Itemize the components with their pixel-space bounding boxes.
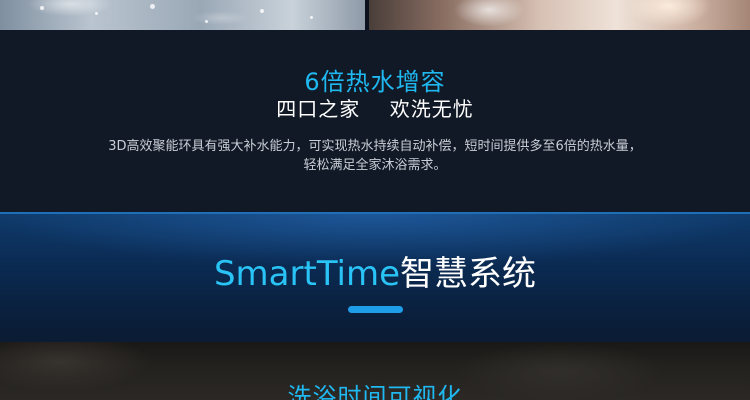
feature-description-line-1: 3D高效聚能环具有强大补水能力，可实现热水持续自动补偿，短时间提供多至6倍的热水… (108, 139, 642, 154)
hot-water-feature-section: 6倍热水增容 四口之家 欢洗无忧 3D高效聚能环具有强大补水能力，可实现热水持续… (0, 30, 750, 212)
product-detail-page: 6倍热水增容 四口之家 欢洗无忧 3D高效聚能环具有强大补水能力，可实现热水持续… (0, 0, 750, 400)
photo-strip (0, 0, 750, 30)
feature-subtitle: 四口之家 欢洗无忧 (276, 97, 474, 121)
feature-description-line-2: 轻松满足全家沐浴需求。 (303, 158, 447, 173)
banner-title-zh: 智慧系统 (400, 254, 537, 294)
smarttime-banner: SmartTime智慧系统 (0, 212, 750, 344)
banner-title-en: SmartTime (213, 254, 401, 294)
bath-time-title: 洗浴时间可视化 (287, 383, 463, 400)
banner-title: SmartTime智慧系统 (0, 252, 750, 296)
banner-underline-bar (348, 306, 403, 313)
bathing-child-photo (369, 0, 750, 30)
feature-title: 6倍热水增容 (304, 68, 446, 96)
feature-description: 3D高效聚能环具有强大补水能力，可实现热水持续自动补偿，短时间提供多至6倍的热水… (40, 137, 710, 175)
bath-time-section: 洗浴时间可视化 (0, 342, 750, 400)
water-splash-photo (0, 0, 365, 30)
